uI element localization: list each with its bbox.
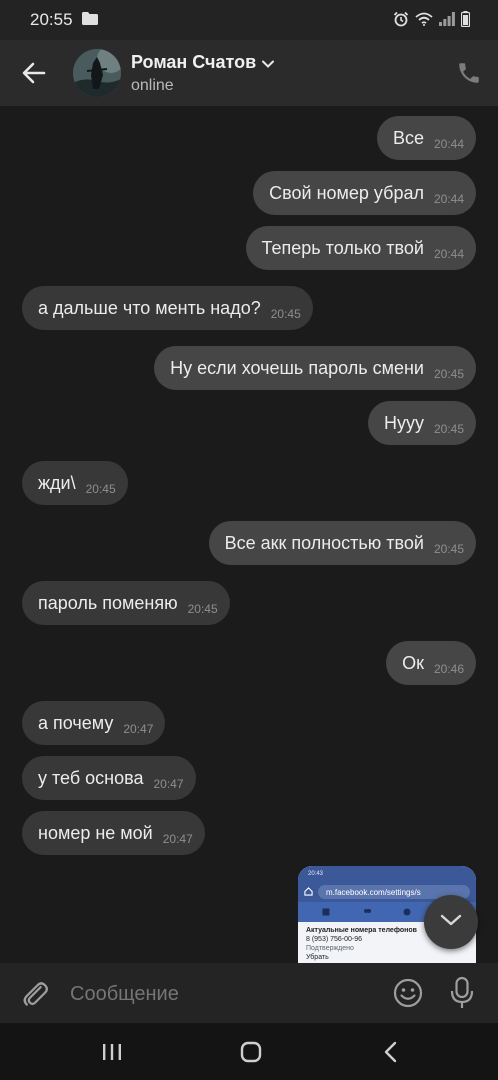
message-bubble-outgoing[interactable]: Ок 20:46 <box>386 641 476 685</box>
message-text: а дальше что менть надо? <box>38 297 261 318</box>
message-bubble-outgoing[interactable]: Теперь только твой 20:44 <box>245 226 476 270</box>
message-time: 20:44 <box>433 192 464 206</box>
message-text: Нууу <box>383 412 424 433</box>
message-bubble-outgoing[interactable]: Нууу 20:45 <box>367 401 476 445</box>
back-icon[interactable] <box>381 1040 401 1064</box>
microphone-icon[interactable] <box>448 976 476 1010</box>
message-time: 20:47 <box>162 832 193 846</box>
calendar-icon <box>322 903 330 921</box>
message-time: 20:45 <box>187 602 218 616</box>
system-nav-bar <box>0 1023 498 1080</box>
message-bubble-incoming[interactable]: а дальше что менть надо? 20:45 <box>22 286 313 330</box>
message-time: 20:47 <box>153 777 184 791</box>
message-text: у теб основа <box>38 767 144 788</box>
paperclip-icon[interactable] <box>20 979 50 1009</box>
message-time: 20:46 <box>433 662 464 676</box>
message-bubble-incoming[interactable]: пароль поменяю 20:45 <box>22 581 230 625</box>
messenger-icon <box>403 903 411 921</box>
people-icon <box>363 903 371 921</box>
alarm-icon <box>393 11 409 32</box>
message-bubble-outgoing[interactable]: Свой номер убрал 20:44 <box>253 171 476 215</box>
contact-name[interactable]: Роман Счатов <box>131 52 275 73</box>
message-time: 20:45 <box>85 482 116 496</box>
status-time: 20:55 <box>30 10 73 29</box>
message-text: а почему <box>38 712 114 733</box>
message-time: 20:45 <box>270 307 301 321</box>
message-bubble-outgoing[interactable]: Все 20:44 <box>376 116 476 160</box>
message-text: Теперь только твой <box>261 237 424 258</box>
image-status-bar: 20:43 <box>298 866 476 882</box>
message-time: 20:44 <box>433 137 464 151</box>
back-arrow-icon[interactable] <box>20 59 48 87</box>
message-text: Все <box>392 127 424 148</box>
folder-icon <box>82 12 98 30</box>
message-text: пароль поменяю <box>38 592 178 613</box>
battery-icon <box>460 11 471 32</box>
message-list[interactable]: Все 20:44 Свой номер убрал 20:44 Теперь … <box>0 106 498 963</box>
message-text: Все акк полностью твой <box>224 532 424 553</box>
message-bubble-outgoing[interactable]: Все акк полностью твой 20:45 <box>208 521 476 565</box>
recent-apps-icon[interactable] <box>101 1041 123 1063</box>
message-bubble-outgoing[interactable]: Ну если хочешь пароль смени 20:45 <box>154 346 476 390</box>
image-status-time: 20:43 <box>308 871 324 877</box>
chevron-down-icon <box>440 913 462 932</box>
phone-icon[interactable] <box>456 60 482 86</box>
chat-header: Роман Счатов online <box>0 40 498 106</box>
message-time: 20:45 <box>433 542 464 556</box>
signal-icon <box>439 12 455 31</box>
message-text: Ну если хочешь пароль смени <box>170 357 424 378</box>
message-time: 20:45 <box>433 367 464 381</box>
emoji-icon[interactable] <box>392 977 424 1009</box>
contact-name-text: Роман Счатов <box>131 52 257 72</box>
message-bubble-incoming[interactable]: жди\ 20:45 <box>22 461 128 505</box>
message-input[interactable] <box>70 980 370 1008</box>
message-text: Ок <box>402 652 424 673</box>
message-text: жди\ <box>38 472 76 493</box>
image-line-3: Убрать <box>306 954 329 961</box>
message-time: 20:45 <box>433 422 464 436</box>
message-bubble-incoming[interactable]: а почему 20:47 <box>22 701 166 745</box>
contact-status: online <box>131 77 174 94</box>
status-bar: 20:55 <box>0 0 498 40</box>
message-bubble-incoming[interactable]: номер не мой 20:47 <box>22 811 205 855</box>
message-time: 20:47 <box>123 722 154 736</box>
message-text: номер не мой <box>38 822 153 843</box>
home-icon[interactable] <box>240 1041 262 1063</box>
wifi-icon <box>415 12 433 31</box>
message-bubble-incoming[interactable]: у теб основа 20:47 <box>22 756 196 800</box>
message-text: Свой номер убрал <box>269 182 424 203</box>
chevron-down-icon[interactable] <box>262 52 275 73</box>
avatar[interactable] <box>73 49 121 97</box>
message-composer <box>0 963 498 1023</box>
message-time: 20:44 <box>433 247 464 261</box>
home-icon <box>304 883 313 901</box>
scroll-down-button[interactable] <box>424 895 478 949</box>
status-icons <box>393 11 471 32</box>
